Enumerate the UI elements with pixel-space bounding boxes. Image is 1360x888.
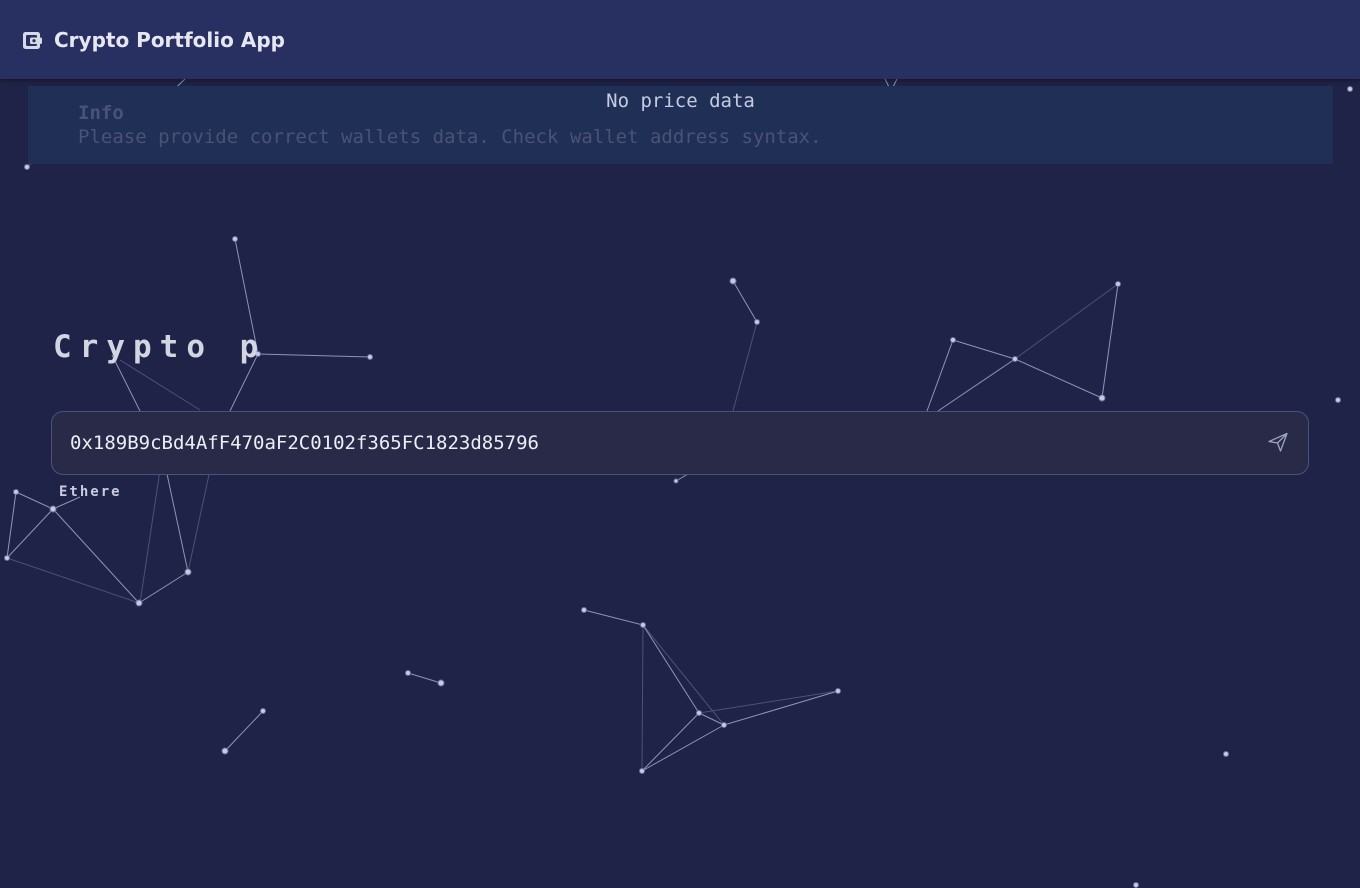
page-title: Crypto p <box>53 329 267 365</box>
app-bar: Crypto Portfolio App <box>0 0 1360 79</box>
chain-label: Ethere <box>59 484 122 500</box>
alert-message: Please provide correct wallets data. Che… <box>78 126 822 148</box>
send-icon[interactable] <box>1266 430 1290 454</box>
info-alert: No price data Info Please provide correc… <box>28 86 1333 164</box>
price-status-text: No price data <box>606 90 755 112</box>
app-title: Crypto Portfolio App <box>54 28 285 52</box>
page: Crypto Portfolio App No price data Info … <box>0 0 1360 888</box>
alert-title: Info <box>78 102 124 124</box>
wallet-icon <box>23 32 42 49</box>
wallet-address-form <box>51 411 1309 475</box>
wallet-address-input[interactable] <box>70 412 1240 474</box>
